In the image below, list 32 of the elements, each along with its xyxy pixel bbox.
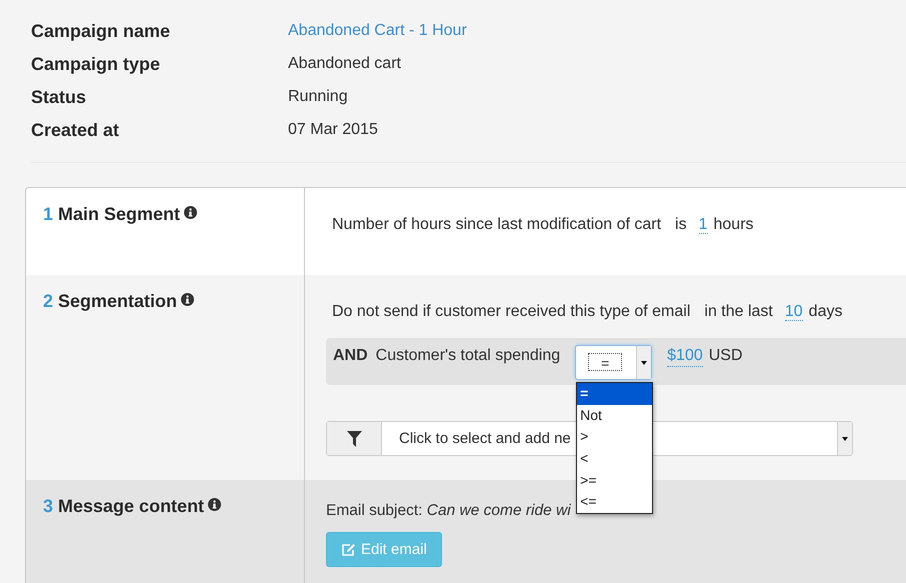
condition-label: Number of hours since last modification of cart <box>332 216 662 234</box>
condition-unit: hours <box>714 216 754 234</box>
step-title: 1 Main Segment <box>43 204 304 225</box>
condition-label: Do not send if customer received this type of email <box>332 303 690 321</box>
detail-label: Campaign type <box>31 53 162 76</box>
caret-icon <box>842 436 848 440</box>
email-subject: Email subject: Can we come ride wi <box>326 502 571 520</box>
condition-operator: in the last <box>704 303 773 321</box>
step-title: 3 Message content <box>43 496 304 517</box>
edit-icon <box>341 542 356 556</box>
dropdown-option[interactable]: <= <box>577 491 652 514</box>
dropdown-option[interactable]: = <box>577 383 652 405</box>
info-icon[interactable] <box>181 293 194 306</box>
info-icon[interactable] <box>184 206 198 219</box>
filter-icon <box>346 430 362 446</box>
detail-label: Status <box>31 86 88 109</box>
detail-value: Running <box>288 87 349 107</box>
detail-value: Abandoned cart <box>288 54 402 74</box>
dropdown-option[interactable]: >= <box>577 470 652 492</box>
detail-label: Campaign name <box>31 20 172 43</box>
caret-icon <box>641 361 648 365</box>
condition-operator: is <box>675 216 687 234</box>
info-icon[interactable] <box>208 498 222 511</box>
step-title: 2 Segmentation <box>43 291 304 312</box>
condition-label: Customer's total spending <box>376 346 560 366</box>
condition-unit: days <box>808 303 842 321</box>
condition-unit: USD <box>708 346 743 366</box>
detail-value: 07 Mar 2015 <box>288 120 379 140</box>
connector-label: AND <box>333 346 368 366</box>
dropdown-option[interactable]: > <box>577 426 652 448</box>
detail-label: Created at <box>31 119 120 142</box>
operator-select[interactable]: = <box>575 345 652 380</box>
